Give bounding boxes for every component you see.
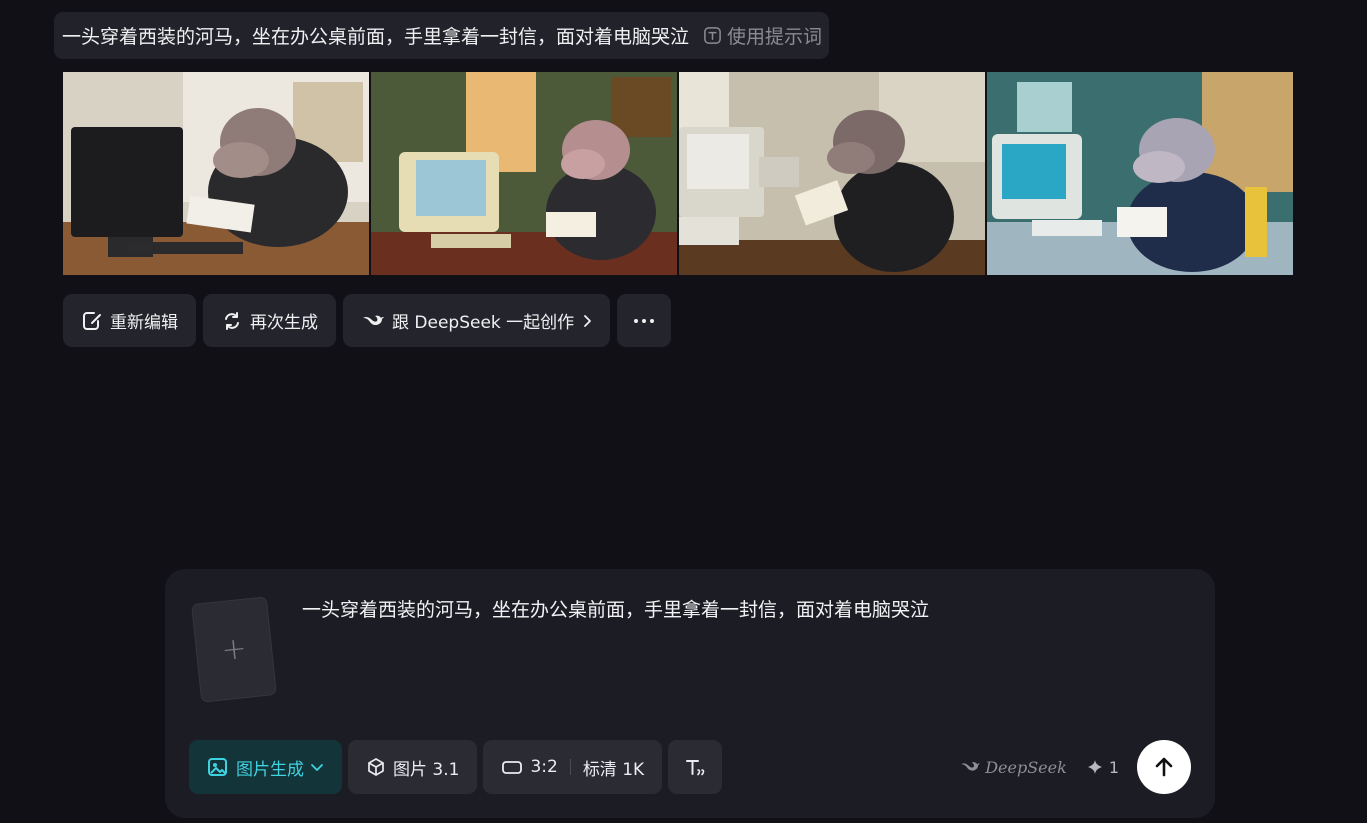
text-style-button[interactable] [668,740,723,794]
use-prompt-label: 使用提示词 [727,26,823,48]
credits-indicator: 1 [1087,758,1119,777]
image-generate-icon [208,758,227,776]
deepseek-create-label: 跟 DeepSeek 一起创作 [392,313,575,333]
model-select-button[interactable]: 图片 3.1 [348,740,478,794]
prompt-text: 一头穿着西装的河马，坐在办公桌前面，手里拿着一封信，面对着电脑哭泣 [62,26,690,48]
deepseek-whale-icon [961,762,981,771]
divider [569,759,571,775]
generated-image-4[interactable] [987,72,1293,275]
refresh-icon [225,311,239,330]
edit-icon [83,311,101,330]
upload-reference-button[interactable]: + [191,596,277,703]
send-button[interactable] [1137,740,1191,794]
deepseek-brand-label: DeepSeek [985,757,1067,777]
more-dots-icon [634,318,655,323]
text-prompt-icon [704,27,721,44]
chevron-down-icon [311,764,323,771]
quality-label: 标清 1K [582,759,645,780]
generated-image-2[interactable] [371,72,677,275]
regenerate-label: 再次生成 [250,313,318,333]
chevron-right-icon [584,314,592,327]
reedit-button[interactable]: 重新编辑 [63,294,196,347]
use-prompt-button[interactable]: 使用提示词 [703,22,822,49]
ratio-quality-button[interactable]: 3:2 标清 1K [483,740,663,794]
composer-right-tools: DeepSeek 1 [959,740,1191,794]
deepseek-whale-icon [363,315,384,325]
generated-image-1[interactable] [63,72,369,275]
generation-mode-dropdown[interactable]: 图片生成 [189,740,342,794]
generation-mode-label: 图片生成 [236,759,304,780]
reedit-label: 重新编辑 [110,313,178,333]
credits-count: 1 [1108,757,1119,777]
prompt-input[interactable]: 一头穿着西装的河马，坐在办公桌前面，手里拿着一封信，面对着电脑哭泣 [302,595,929,622]
composer-panel: + 一头穿着西装的河马，坐在办公桌前面，手里拿着一封信，面对着电脑哭泣 图片生成… [165,569,1215,818]
deepseek-brand: DeepSeek [959,758,1067,777]
aspect-ratio-icon [502,761,523,774]
more-options-button[interactable] [617,294,672,347]
model-label: 图片 3.1 [393,759,460,780]
regenerate-button[interactable]: 再次生成 [203,294,336,347]
image-actions: 重新编辑 再次生成 跟 DeepSeek 一起创作 [63,294,672,347]
aspect-ratio-label: 3:2 [530,757,558,777]
deepseek-create-button[interactable]: 跟 DeepSeek 一起创作 [343,294,611,347]
prompt-chip: 一头穿着西装的河马，坐在办公桌前面，手里拿着一封信，面对着电脑哭泣 使用提示词 [54,12,830,59]
image-gallery [63,72,1293,275]
plus-icon: + [219,630,249,669]
sparkle-icon [1087,760,1102,774]
composer-toolbar: 图片生成 图片 3.1 3:2 标清 1K [189,740,723,794]
text-style-icon [686,760,705,776]
cube-icon [368,758,384,776]
arrow-up-icon [1155,757,1173,777]
generated-image-3[interactable] [679,72,985,275]
